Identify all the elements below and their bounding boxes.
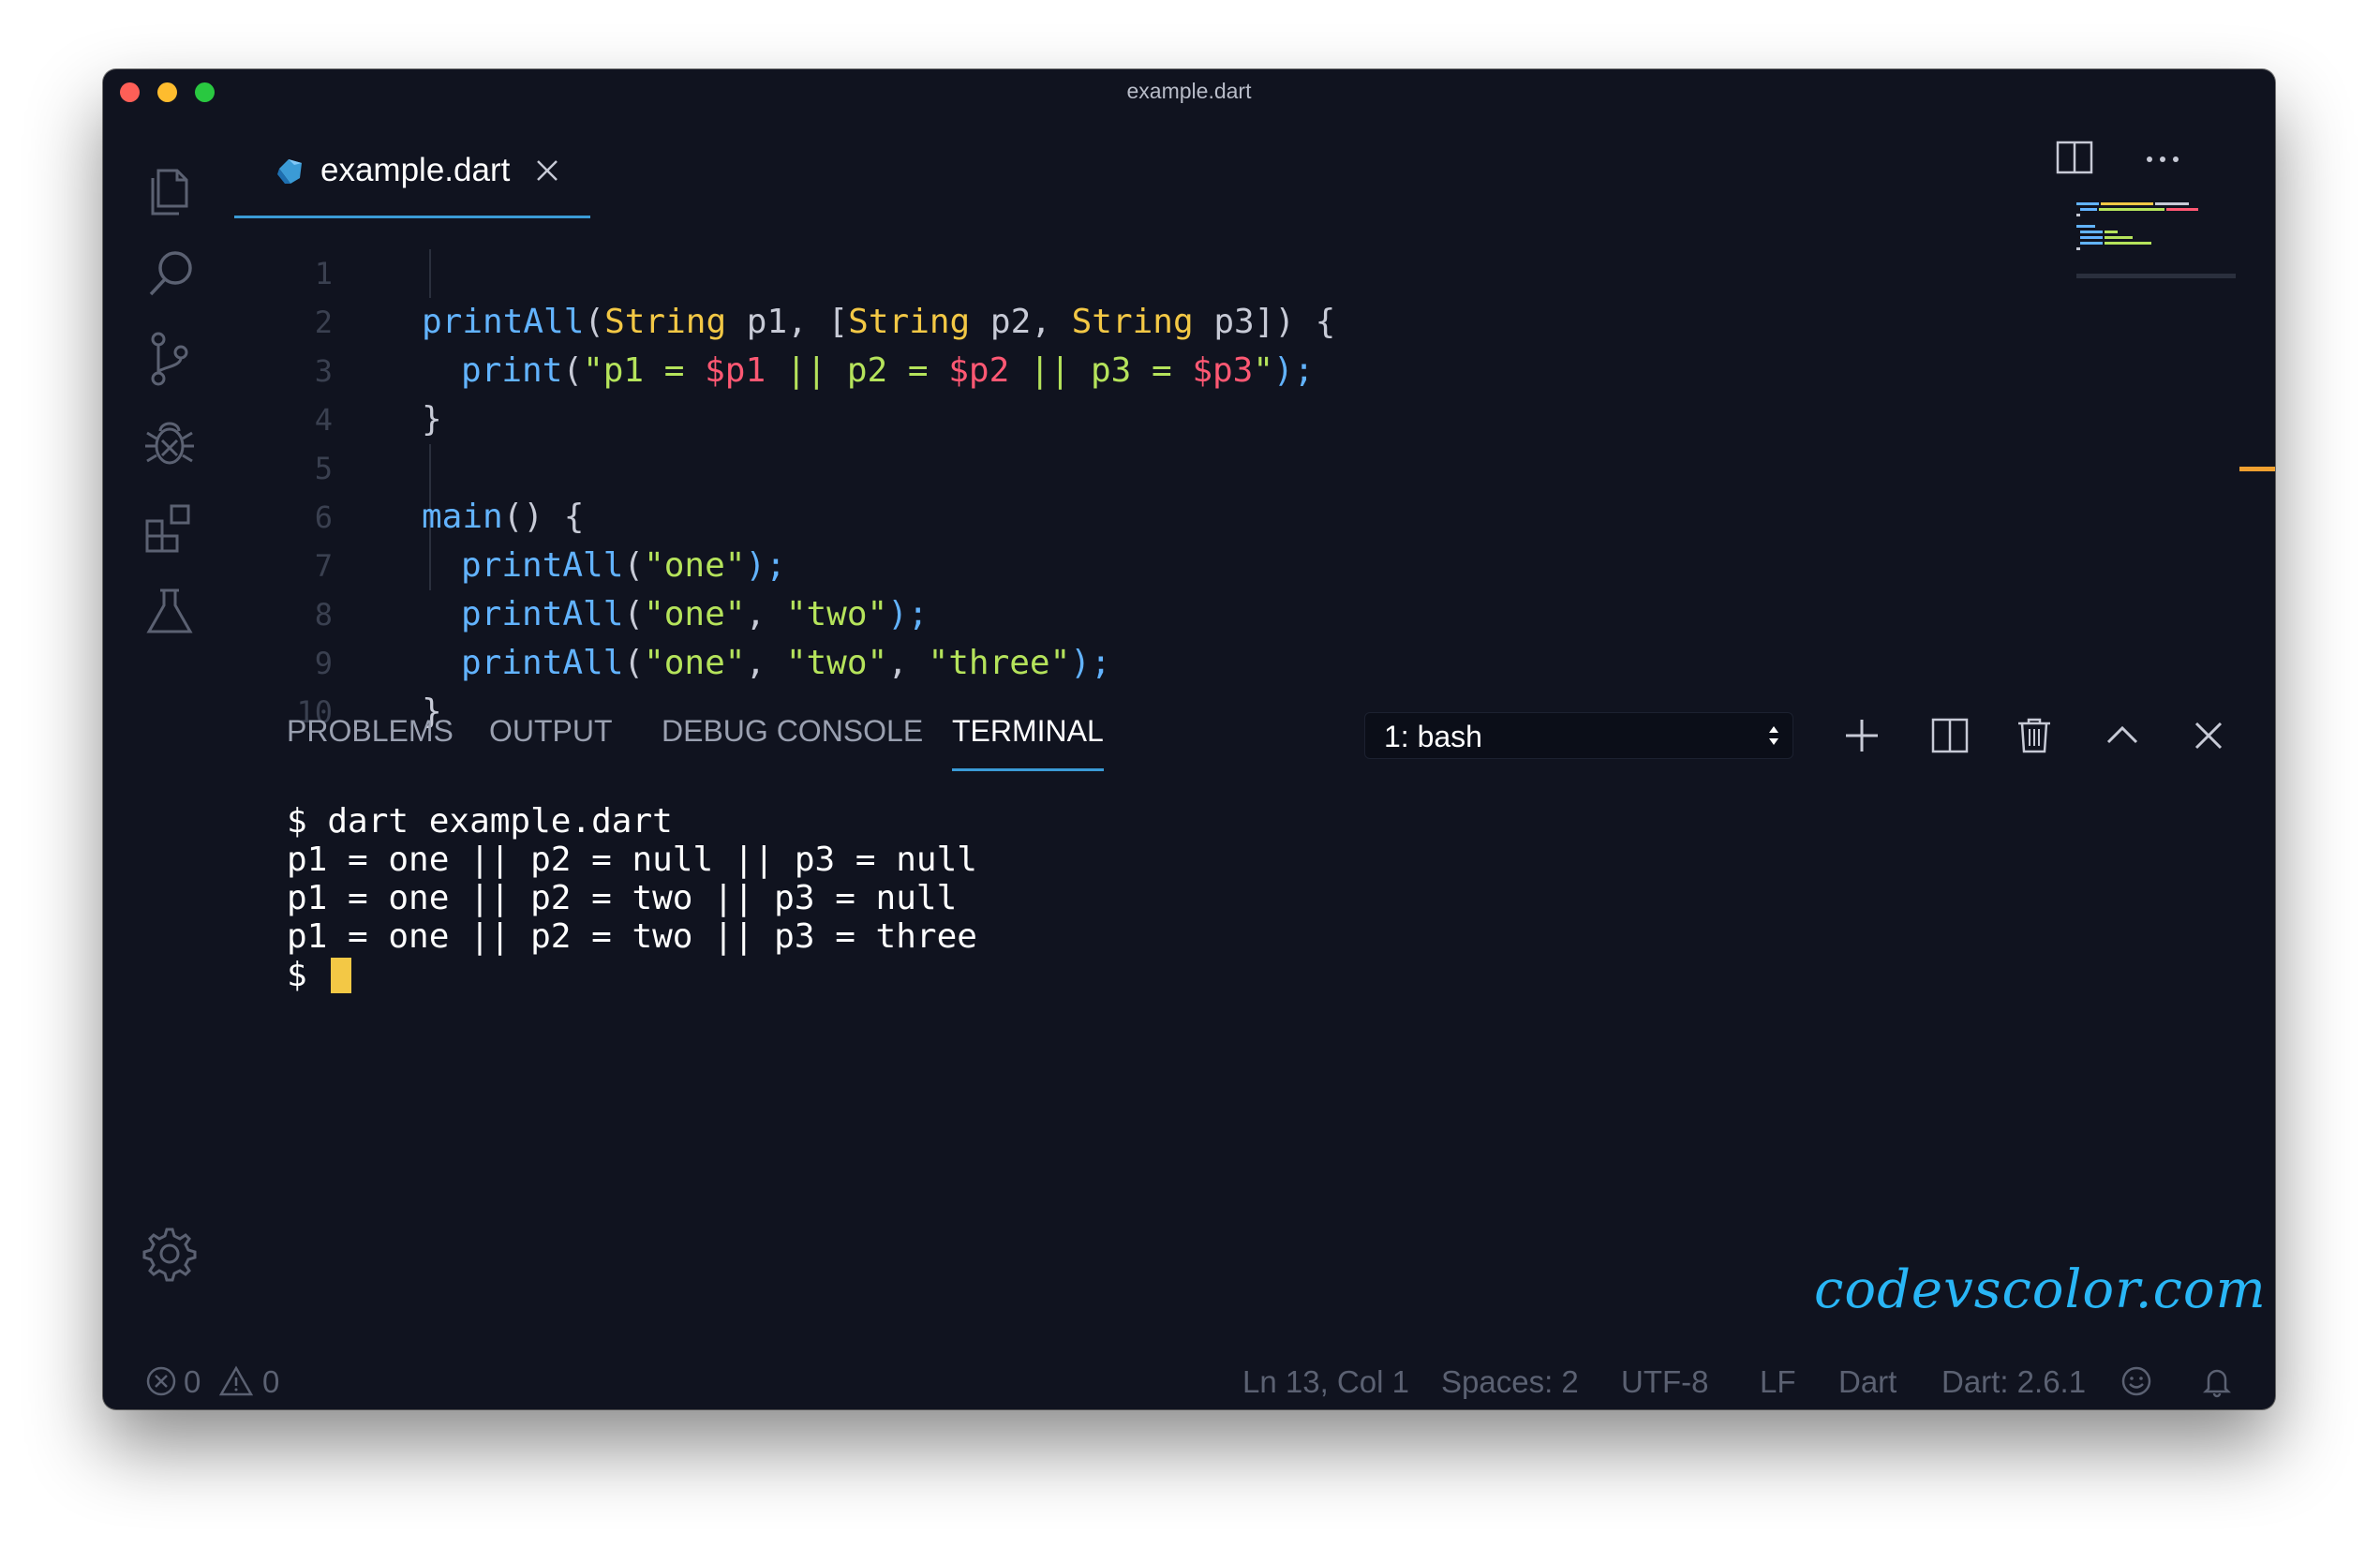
- settings-gear-icon[interactable]: [136, 1220, 203, 1288]
- code-line: 9 }: [281, 590, 442, 731]
- more-actions-icon[interactable]: [2140, 135, 2185, 180]
- extensions-icon[interactable]: [136, 493, 203, 560]
- code-line: 5 main() {: [281, 395, 585, 536]
- status-bar: 0 0 Ln 13, Col 1 Spaces: 2 UTF-8 LF Dart…: [103, 1351, 2275, 1409]
- dart-sdk-version[interactable]: Dart: 2.6.1: [1941, 1364, 2086, 1400]
- tab-terminal[interactable]: TERMINAL: [952, 714, 1104, 771]
- terminal-line: p1 = one || p2 = two || p3 = null: [287, 879, 958, 917]
- cursor-position[interactable]: Ln 13, Col 1: [1242, 1364, 1409, 1400]
- minimap-preview: [2076, 202, 2198, 250]
- feedback-smiley-icon[interactable]: [2120, 1364, 2153, 1398]
- indentation[interactable]: Spaces: 2: [1441, 1364, 1579, 1400]
- end-of-line[interactable]: LF: [1760, 1364, 1796, 1400]
- terminal-select-value: 1: bash: [1384, 720, 1482, 753]
- select-arrows-icon: [1769, 726, 1778, 745]
- warning-count[interactable]: 0: [262, 1364, 279, 1400]
- error-icon[interactable]: [144, 1364, 178, 1398]
- new-terminal-plus-icon[interactable]: [1838, 712, 1885, 759]
- code-line: 7 printAll("one", "two");: [281, 493, 929, 633]
- tab-output[interactable]: OUTPUT: [489, 714, 613, 749]
- activity-bar: [103, 114, 234, 1351]
- terminal-prompt: $: [287, 956, 328, 994]
- indent-guide: [429, 249, 431, 298]
- test-flask-icon[interactable]: [136, 577, 203, 645]
- close-panel-icon[interactable]: [2185, 712, 2232, 759]
- terminal-prompt-line: $: [287, 956, 977, 994]
- vscode-window: example.dart example.dart 1 printAll(Str…: [103, 69, 2275, 1409]
- tab-debug-console[interactable]: DEBUG CONSOLE: [662, 714, 923, 749]
- split-terminal-icon[interactable]: [1926, 712, 1973, 759]
- terminal-line: $ dart example.dart: [287, 802, 673, 841]
- terminal-select[interactable]: 1: bash: [1364, 712, 1793, 759]
- kill-terminal-trash-icon[interactable]: [2011, 712, 2058, 759]
- window-title: example.dart: [1126, 79, 1252, 103]
- encoding[interactable]: UTF-8: [1621, 1364, 1709, 1400]
- code-line: 3 }: [281, 298, 442, 439]
- source-control-icon[interactable]: [136, 324, 203, 392]
- files-icon[interactable]: [136, 154, 203, 221]
- close-tab-icon[interactable]: [532, 156, 562, 186]
- terminal-output[interactable]: $ dart example.dart p1 = one || p2 = null…: [287, 802, 977, 994]
- terminal-cursor: [331, 958, 352, 993]
- warning-icon[interactable]: [219, 1364, 253, 1398]
- code-line: 6 printAll("one");: [281, 444, 786, 585]
- debug-icon[interactable]: [136, 409, 203, 476]
- language-mode[interactable]: Dart: [1838, 1364, 1897, 1400]
- terminal-line: p1 = one || p2 = two || p3 = three: [287, 917, 977, 956]
- dart-file-icon: [277, 159, 302, 184]
- split-editor-icon[interactable]: [2052, 135, 2097, 180]
- tab-problems[interactable]: PROBLEMS: [287, 714, 454, 749]
- notifications-bell-icon[interactable]: [2200, 1364, 2234, 1398]
- search-icon[interactable]: [136, 240, 203, 307]
- terminal-line: p1 = one || p2 = null || p3 = null: [287, 841, 977, 879]
- code-line: 2 print("p1 = $p1 || p2 = $p2 || p3 = $p…: [281, 249, 1315, 390]
- code-editor[interactable]: 1 printAll(String p1, [String p2, String…: [281, 201, 1336, 731]
- code-line: 1 printAll(String p1, [String p2, String…: [281, 201, 1336, 341]
- minimap-slider[interactable]: [2076, 274, 2236, 278]
- code-line: 10: [281, 639, 403, 730]
- code-line: 4: [281, 347, 403, 438]
- scrollbar-marker: [2239, 467, 2275, 471]
- title-bar: example.dart: [103, 69, 2275, 114]
- watermark: codevscolor.com: [1814, 1259, 2267, 1320]
- maximize-panel-chevron-up-icon[interactable]: [2099, 712, 2146, 759]
- minimap[interactable]: [2076, 201, 2236, 278]
- error-count[interactable]: 0: [184, 1364, 201, 1400]
- code-line: 8 printAll("one", "two", "three");: [281, 542, 1111, 682]
- tab-label: example.dart: [320, 152, 511, 188]
